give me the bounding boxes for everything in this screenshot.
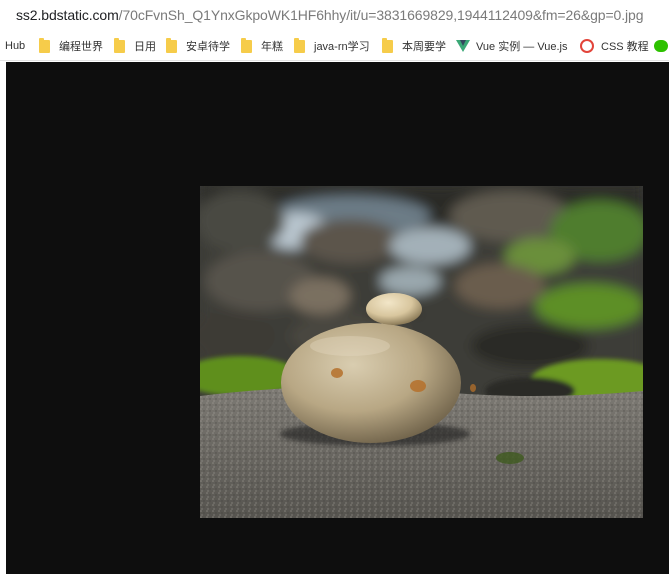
url-text[interactable]: ss2.bdstatic.com/70cFvnSh_Q1YnxGkpoWK1HF… — [16, 7, 644, 23]
bookmarks-bar: Hub 编程世界 日用 安卓待学 年糕 java-rn学习 本周要学 Vue 实… — [0, 30, 669, 61]
bookmark-label: 本周要学 — [402, 41, 446, 53]
bookmark-android-todo[interactable]: 安卓待学 — [166, 37, 230, 54]
bookmark-this-week[interactable]: 本周要学 — [382, 37, 446, 54]
bookmark-wechat[interactable] — [654, 38, 668, 54]
bookmark-niangao[interactable]: 年糕 — [241, 37, 283, 54]
folder-icon — [39, 37, 50, 53]
bookmark-label: CSS 教程 — [601, 41, 649, 53]
bookmark-label: java-rn学习 — [314, 41, 370, 53]
bookmark-programming-world[interactable]: 编程世界 — [39, 37, 103, 54]
css-icon — [580, 39, 594, 53]
bookmark-label: 编程世界 — [59, 41, 103, 53]
bookmark-java-rn[interactable]: java-rn学习 — [294, 37, 370, 54]
stacked-stones-photo[interactable] — [200, 186, 643, 518]
folder-icon — [241, 37, 252, 53]
bookmark-vue[interactable]: Vue 实例 — Vue.js — [456, 38, 568, 54]
folder-icon — [114, 37, 125, 53]
bookmark-label: 安卓待学 — [186, 41, 230, 53]
folder-icon — [166, 37, 177, 53]
bookmark-label: 年糕 — [261, 41, 283, 53]
bookmark-css-tutorial[interactable]: CSS 教程 — [580, 38, 649, 54]
vue-icon — [456, 40, 470, 52]
address-bar[interactable]: ss2.bdstatic.com/70cFvnSh_Q1YnxGkpoWK1HF… — [0, 0, 669, 30]
folder-icon — [382, 37, 393, 53]
url-host: ss2.bdstatic.com — [16, 7, 119, 23]
bookmark-label: Hub — [5, 40, 26, 52]
bookmark-daily-use[interactable]: 日用 — [114, 37, 156, 54]
wechat-icon — [654, 40, 668, 52]
bookmark-label: Vue 实例 — Vue.js — [476, 41, 568, 53]
photo-graphic — [200, 186, 643, 518]
url-path: /70cFvnSh_Q1YnxGkpoWK1HF6hhy/it/u=383166… — [118, 7, 644, 23]
folder-icon — [294, 37, 305, 53]
bookmark-hub[interactable]: Hub — [5, 38, 25, 54]
bookmark-label: 日用 — [134, 41, 156, 53]
image-viewport — [6, 62, 669, 574]
